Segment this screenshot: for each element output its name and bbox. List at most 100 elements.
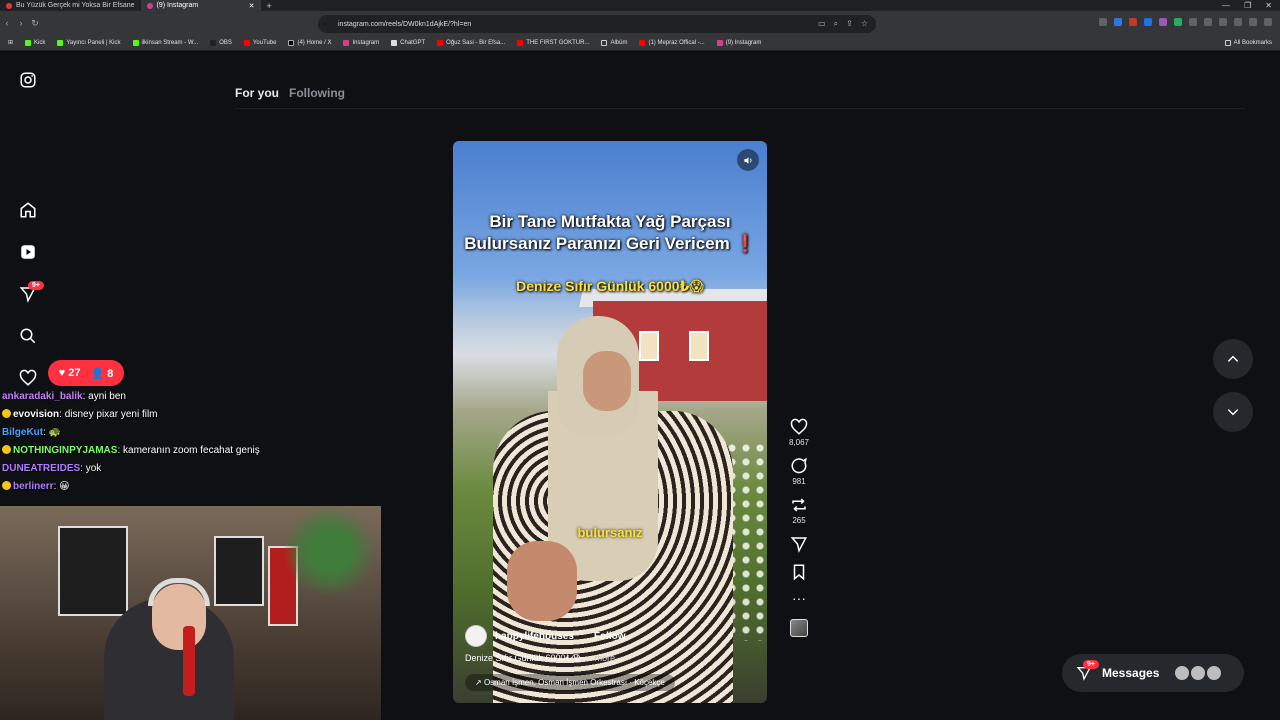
ellipsis-icon: ··· bbox=[792, 590, 806, 606]
comment-count: 981 bbox=[792, 477, 806, 486]
account-row: happylifehouses Follow bbox=[465, 625, 755, 647]
url-bar[interactable]: instagram.com/reels/DW0kn1dAjkE/?hl=en ▭… bbox=[318, 15, 876, 33]
bookmark-item[interactable]: OBS bbox=[210, 39, 232, 46]
browser-tab-title: Bu Yüzük Gerçek mi Yoksa Bir Efsane bbox=[16, 2, 135, 9]
instagram-icon bbox=[146, 2, 153, 9]
volume-icon[interactable] bbox=[737, 149, 759, 171]
save-button[interactable] bbox=[790, 563, 808, 581]
share-icon bbox=[790, 537, 807, 553]
bookmark-item[interactable]: (4) Home / X bbox=[288, 39, 331, 46]
like-button[interactable]: 8,067 bbox=[789, 418, 809, 447]
close-tab-icon[interactable]: ✕ bbox=[249, 2, 255, 10]
extension-icon[interactable] bbox=[1099, 18, 1107, 26]
chat-message: NOTHINGINPYJAMAS: kameranın zoom fecahat… bbox=[2, 442, 372, 460]
reel-caption: bulursanız bbox=[577, 525, 643, 540]
url-text[interactable]: instagram.com/reels/DW0kn1dAjkE/?hl=en bbox=[338, 21, 471, 28]
extension-icon[interactable] bbox=[1129, 18, 1137, 26]
bookmark-item[interactable]: YouTube bbox=[243, 39, 276, 46]
bookmark-item[interactable]: (1) Mepraz Offical -... bbox=[639, 39, 705, 46]
reel-video[interactable]: Bir Tane Mutfakta Yağ Parçası Bulursanız… bbox=[453, 141, 767, 703]
reload-icon[interactable]: ↻ bbox=[28, 18, 42, 29]
wall-poster bbox=[58, 526, 128, 616]
follow-button[interactable]: Follow bbox=[594, 631, 626, 642]
bookmark-item[interactable]: (9) Instagram bbox=[716, 39, 761, 46]
share-button[interactable] bbox=[790, 535, 808, 553]
bookmark-folder[interactable]: Albüm bbox=[601, 39, 627, 46]
headset bbox=[148, 578, 210, 606]
bookmark-item[interactable]: Oğuz Sasi - Bir Efsa... bbox=[437, 39, 505, 46]
url-bar-icons: ▭ ⌕ ⇪ ☆ bbox=[818, 19, 868, 29]
heart-icon[interactable] bbox=[18, 368, 38, 388]
browser-tab-2[interactable]: (9) Instagram ✕ bbox=[140, 0, 261, 11]
puzzle-icon[interactable] bbox=[1204, 18, 1212, 26]
bookmark-item[interactable]: Kick bbox=[25, 39, 45, 46]
likes-stat: ♥ 27 bbox=[58, 367, 81, 379]
bookmark-item[interactable]: THE FIRST GOKTUR... bbox=[517, 39, 589, 46]
apps-grid-icon[interactable]: ⊞ bbox=[8, 39, 13, 46]
close-window-icon[interactable]: ✕ bbox=[1265, 1, 1272, 10]
sidebar-icon[interactable] bbox=[1234, 18, 1242, 26]
bookmark-icon bbox=[793, 564, 805, 581]
comment-button[interactable]: 981 bbox=[790, 457, 808, 486]
extension-icon[interactable] bbox=[1159, 18, 1167, 26]
repost-icon bbox=[792, 498, 806, 512]
extension-icon[interactable] bbox=[1174, 18, 1182, 26]
notification-badge: 9+ bbox=[28, 281, 44, 290]
chevron-up-icon bbox=[1227, 355, 1239, 362]
feed-tabs: For you Following bbox=[235, 86, 345, 100]
install-icon[interactable]: ▭ bbox=[818, 19, 826, 29]
chat-message: berlinerr: 😀 bbox=[2, 478, 372, 496]
followers-stat: 👤 8 bbox=[90, 367, 114, 380]
woman-face bbox=[583, 351, 631, 411]
back-icon[interactable]: ‹ bbox=[0, 18, 14, 28]
more-link[interactable]: ... more bbox=[585, 653, 616, 663]
extension-icon[interactable] bbox=[1144, 18, 1152, 26]
chat-message: DUNEATREIDES: yok bbox=[2, 463, 102, 474]
previous-reel-button[interactable] bbox=[1213, 339, 1253, 379]
instagram-logo-icon[interactable] bbox=[18, 70, 38, 90]
bookmark-item[interactable]: ilkinsan Stream - W... bbox=[132, 39, 198, 46]
account-name[interactable]: happylifehouses bbox=[495, 631, 574, 642]
bookmark-item[interactable]: Yayıncı Paneli | Kick bbox=[57, 39, 121, 46]
bookmark-star-icon[interactable]: ☆ bbox=[861, 19, 868, 29]
extension-icon[interactable] bbox=[1189, 18, 1197, 26]
zoom-icon[interactable]: ⌕ bbox=[834, 19, 838, 29]
window-controls: — ❐ ✕ bbox=[1222, 1, 1280, 10]
avatar bbox=[1175, 666, 1190, 680]
instagram-page: 9+ For you Following Bir Tane Mutfakta Y… bbox=[0, 52, 1280, 720]
message-avatars bbox=[1175, 666, 1222, 680]
music-icon[interactable] bbox=[1219, 18, 1227, 26]
restore-icon[interactable]: ❐ bbox=[1244, 1, 1251, 10]
home-icon[interactable] bbox=[18, 200, 38, 220]
messages-label: Messages bbox=[1102, 666, 1160, 680]
share-icon[interactable]: ⇪ bbox=[846, 19, 853, 29]
minimize-icon[interactable]: — bbox=[1222, 1, 1230, 10]
comment-icon bbox=[791, 457, 807, 474]
search-icon[interactable] bbox=[18, 326, 38, 346]
tab-for-you[interactable]: For you bbox=[235, 86, 279, 100]
activity-alert: ♥ 27 👤 8 bbox=[48, 360, 124, 386]
audio-thumbnail[interactable] bbox=[790, 619, 808, 637]
bookmark-item[interactable]: ChatGPT bbox=[391, 39, 425, 46]
audio-pill[interactable]: ↗ Osman İşmen, Osman İşmen Orkestrası · … bbox=[465, 674, 675, 691]
tab-following[interactable]: Following bbox=[289, 86, 345, 100]
next-reel-button[interactable] bbox=[1213, 392, 1253, 432]
badge-icon bbox=[2, 445, 11, 454]
more-options-button[interactable]: ··· bbox=[792, 591, 806, 605]
all-bookmarks[interactable]: All Bookmarks bbox=[1224, 39, 1280, 46]
reels-icon[interactable] bbox=[18, 242, 38, 262]
menu-icon[interactable] bbox=[1264, 18, 1272, 26]
forward-icon[interactable]: › bbox=[14, 18, 28, 28]
profile-icon[interactable] bbox=[1249, 18, 1257, 26]
bookmark-item[interactable]: Instagram bbox=[343, 39, 379, 46]
extension-icon[interactable] bbox=[1114, 18, 1122, 26]
new-tab-button[interactable]: + bbox=[261, 1, 278, 11]
messages-badge: 9+ bbox=[1083, 660, 1099, 669]
audio-arrow-icon: ↗ bbox=[475, 678, 482, 687]
avatar[interactable] bbox=[465, 625, 487, 647]
reel-overlay-title: Bir Tane Mutfakta Yağ Parçası Bulursanız… bbox=[464, 212, 756, 253]
browser-tab-1[interactable]: Bu Yüzük Gerçek mi Yoksa Bir Efsane bbox=[0, 0, 141, 11]
badge-icon bbox=[2, 481, 11, 490]
repost-button[interactable]: 265 bbox=[790, 496, 808, 525]
extensions-bar bbox=[1099, 18, 1272, 26]
